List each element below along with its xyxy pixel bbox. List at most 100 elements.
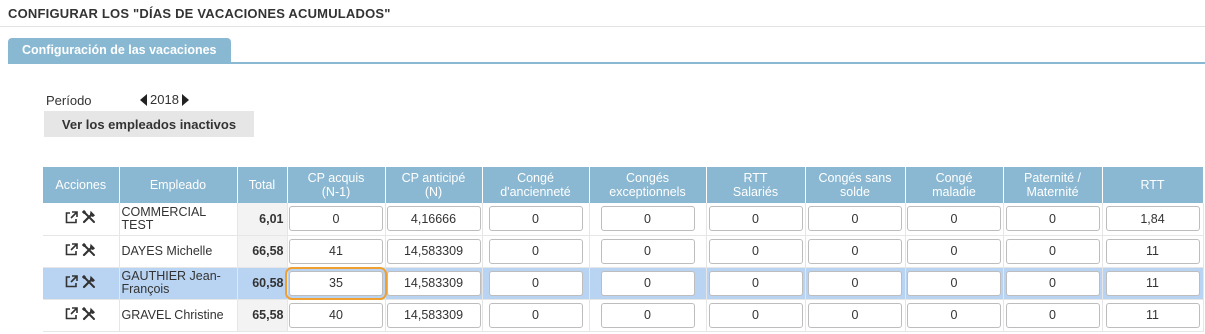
cp-acquis-input[interactable]	[285, 266, 387, 300]
conges-sans-solde-input[interactable]	[808, 238, 902, 264]
header-conges-exceptionnels: Congés exceptionnels	[589, 167, 707, 203]
cp-anticipe-input[interactable]	[386, 238, 481, 264]
vacation-table: Acciones Empleado Total CP acquis (N-1) C…	[43, 167, 1204, 332]
cell-rtt	[1102, 267, 1204, 300]
cell-cp-anticipe	[385, 203, 483, 236]
rtt-salaries-input[interactable]	[708, 302, 803, 328]
cp-anticipe-input[interactable]	[386, 270, 481, 296]
employee-name-line: GRAVEL Christine	[121, 307, 224, 322]
conge-anciennete-input[interactable]	[488, 206, 583, 232]
table-header-row: Acciones Empleado Total CP acquis (N-1) C…	[43, 167, 1204, 203]
title-divider	[0, 26, 1205, 27]
employee-name: DAYES Michelle	[119, 235, 238, 268]
cp-anticipe-input[interactable]	[386, 206, 481, 232]
rtt-input[interactable]	[1105, 302, 1200, 328]
header-conges-sans-solde: Congés sans solde	[805, 167, 906, 203]
cell-conges-sans-solde	[805, 299, 906, 332]
header-rtt-salaries: RTT Salariés	[706, 167, 806, 203]
actions-cell	[43, 267, 120, 300]
cp-anticipe-input[interactable]	[386, 302, 481, 328]
employee-name: GAUTHIER Jean- François	[119, 267, 238, 300]
rtt-input[interactable]	[1105, 238, 1200, 264]
cell-conge-anciennete	[482, 299, 590, 332]
external-link-icon[interactable]	[65, 243, 79, 259]
next-year-icon[interactable]	[181, 93, 189, 106]
conges-sans-solde-input[interactable]	[808, 206, 902, 232]
header-line: (N)	[424, 185, 443, 199]
cell-conge-anciennete	[482, 235, 590, 268]
cell-cp-anticipe	[385, 267, 483, 300]
header-line: RTT	[743, 171, 768, 185]
rtt-input[interactable]	[1105, 206, 1200, 232]
header-total: Total	[237, 167, 288, 203]
header-line: CP anticipé	[401, 171, 466, 185]
employee-name: COMMERCIAL TEST	[119, 203, 238, 236]
tab-vacation-config[interactable]: Configuración de las vacaciones	[8, 38, 231, 63]
cell-rtt-salaries	[706, 235, 806, 268]
external-link-icon[interactable]	[65, 275, 79, 291]
conge-maladie-input[interactable]	[907, 270, 1001, 296]
show-inactive-employees-button[interactable]: Ver los empleados inactivos	[44, 111, 254, 137]
conge-anciennete-input[interactable]	[488, 238, 583, 264]
conge-maladie-input[interactable]	[907, 206, 1001, 232]
header-line: Congés sans	[818, 171, 892, 185]
rtt-salaries-input[interactable]	[708, 206, 803, 232]
cell-paternite-maternite	[1003, 235, 1103, 268]
cell-rtt-salaries	[706, 267, 806, 300]
previous-year-icon[interactable]	[140, 93, 147, 106]
external-link-icon[interactable]	[65, 210, 79, 227]
period-label: Período	[46, 93, 92, 108]
cp-acquis-input[interactable]	[289, 302, 383, 328]
tools-icon[interactable]	[82, 306, 96, 324]
tools-icon[interactable]	[82, 210, 96, 227]
period-year: 2018	[150, 92, 179, 107]
cp-acquis-input[interactable]	[289, 238, 383, 264]
header-empleado: Empleado	[119, 167, 238, 203]
paternite-maternite-input[interactable]	[1005, 270, 1100, 296]
tools-icon[interactable]	[82, 242, 96, 260]
header-line: CP acquis	[307, 171, 365, 185]
rtt-salaries-input[interactable]	[708, 270, 803, 296]
rtt-input[interactable]	[1105, 270, 1200, 296]
actions-cell	[43, 235, 120, 268]
total-cell: 60,58	[237, 267, 288, 300]
table-row[interactable]: GAUTHIER Jean- François 60,58	[43, 266, 1204, 300]
cell-rtt	[1102, 299, 1204, 332]
rtt-salaries-input[interactable]	[708, 238, 803, 264]
cell-conges-exceptionnels	[589, 235, 707, 268]
cell-conge-maladie	[905, 203, 1004, 236]
conges-exceptionnels-input[interactable]	[600, 302, 695, 328]
header-acciones: Acciones	[43, 167, 120, 203]
conges-exceptionnels-input[interactable]	[600, 238, 695, 264]
cp-acquis-input[interactable]	[289, 206, 383, 232]
total-cell: 65,58	[237, 299, 288, 332]
conges-sans-solde-input[interactable]	[808, 270, 902, 296]
table-row[interactable]: DAYES Michelle 66,58	[43, 235, 1204, 268]
employee-name: GRAVEL Christine	[119, 299, 238, 332]
header-line: solde	[840, 185, 870, 199]
conge-maladie-input[interactable]	[907, 238, 1001, 264]
conge-anciennete-input[interactable]	[488, 270, 583, 296]
conges-exceptionnels-input[interactable]	[600, 206, 695, 232]
table-row[interactable]: GRAVEL Christine 65,58	[43, 299, 1204, 332]
cell-rtt-salaries	[706, 203, 806, 236]
cell-cp-acquis	[287, 235, 386, 268]
tools-icon[interactable]	[82, 274, 96, 292]
paternite-maternite-input[interactable]	[1005, 302, 1100, 328]
cell-rtt-salaries	[706, 299, 806, 332]
header-line: Congé	[935, 171, 973, 185]
cell-cp-acquis	[285, 266, 387, 300]
external-link-icon[interactable]	[65, 307, 79, 323]
paternite-maternite-input[interactable]	[1005, 238, 1100, 264]
conges-sans-solde-input[interactable]	[808, 302, 902, 328]
header-rtt: RTT	[1102, 167, 1204, 203]
cell-conges-exceptionnels	[589, 267, 707, 300]
conges-exceptionnels-input[interactable]	[600, 270, 695, 296]
conge-anciennete-input[interactable]	[488, 302, 583, 328]
conge-maladie-input[interactable]	[907, 302, 1001, 328]
employee-name-line: François	[121, 282, 170, 296]
paternite-maternite-input[interactable]	[1005, 206, 1100, 232]
cell-paternite-maternite	[1003, 267, 1103, 300]
table-row[interactable]: COMMERCIAL TEST 6,01	[43, 203, 1204, 236]
cell-conges-sans-solde	[805, 235, 906, 268]
